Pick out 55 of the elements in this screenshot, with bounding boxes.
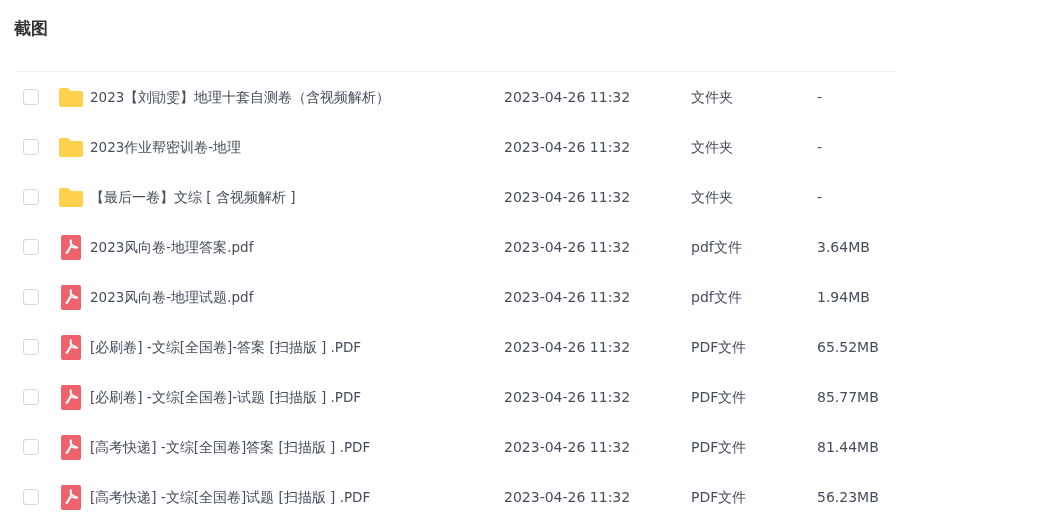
file-name[interactable]: 2023风向卷-地理试题.pdf [90, 288, 254, 305]
checkbox[interactable] [23, 289, 39, 305]
file-name[interactable]: 2023风向卷-地理答案.pdf [90, 238, 254, 255]
checkbox[interactable] [23, 389, 39, 405]
folder-icon [58, 136, 84, 158]
checkbox[interactable] [23, 189, 39, 205]
modified-date: 2023-04-26 11:32 [504, 238, 631, 255]
modified-date: 2023-04-26 11:32 [504, 138, 631, 155]
file-name[interactable]: [必刷卷] -文综[全国卷]-试题 [扫描版 ] .PDF [90, 388, 362, 405]
file-type: 文件夹 [691, 138, 733, 155]
modified-date: 2023-04-26 11:32 [504, 388, 631, 405]
file-name[interactable]: [高考快递] -文综[全国卷]答案 [扫描版 ] .PDF [90, 438, 371, 455]
pdf-icon [61, 334, 81, 360]
file-name[interactable]: [高考快递] -文综[全国卷]试题 [扫描版 ] .PDF [90, 488, 371, 505]
file-type: pdf文件 [691, 288, 742, 305]
checkbox[interactable] [23, 439, 39, 455]
modified-date: 2023-04-26 11:32 [504, 188, 631, 205]
checkbox[interactable] [23, 239, 39, 255]
checkbox[interactable] [23, 139, 39, 155]
checkbox[interactable] [23, 489, 39, 505]
checkbox[interactable] [23, 339, 39, 355]
file-type: PDF文件 [691, 488, 747, 505]
file-size: 65.52MB [817, 338, 879, 355]
file-size: 56.23MB [817, 488, 879, 505]
file-type: PDF文件 [691, 338, 747, 355]
pdf-icon [61, 434, 81, 460]
file-size: - [817, 138, 823, 155]
pdf-icon [61, 284, 81, 310]
file-name[interactable]: 【最后一卷】文综 [ 含视频解析 ] [90, 188, 296, 205]
file-size: - [817, 188, 823, 205]
pdf-icon [61, 234, 81, 260]
file-size: 1.94MB [817, 288, 870, 305]
file-size: - [817, 88, 823, 105]
modified-date: 2023-04-26 11:32 [504, 88, 631, 105]
file-type: 文件夹 [691, 188, 733, 205]
file-size: 3.64MB [817, 238, 870, 255]
modified-date: 2023-04-26 11:32 [504, 438, 631, 455]
folder-icon [58, 186, 84, 208]
file-name[interactable]: 2023【刘勖雯】地理十套自测卷（含视频解析） [90, 88, 391, 105]
pdf-icon [61, 384, 81, 410]
pdf-icon [61, 484, 81, 510]
file-size: 85.77MB [817, 388, 879, 405]
file-type: PDF文件 [691, 438, 747, 455]
file-type: pdf文件 [691, 238, 742, 255]
file-type: 文件夹 [691, 88, 733, 105]
modified-date: 2023-04-26 11:32 [504, 488, 631, 505]
page-title: 截图 [13, 17, 49, 40]
file-name[interactable]: [必刷卷] -文综[全国卷]-答案 [扫描版 ] .PDF [90, 338, 362, 355]
folder-icon [58, 86, 84, 108]
modified-date: 2023-04-26 11:32 [504, 338, 631, 355]
checkbox[interactable] [23, 89, 39, 105]
file-type: PDF文件 [691, 388, 747, 405]
file-name[interactable]: 2023作业帮密训卷-地理 [90, 138, 242, 155]
modified-date: 2023-04-26 11:32 [504, 288, 631, 305]
file-size: 81.44MB [817, 438, 879, 455]
